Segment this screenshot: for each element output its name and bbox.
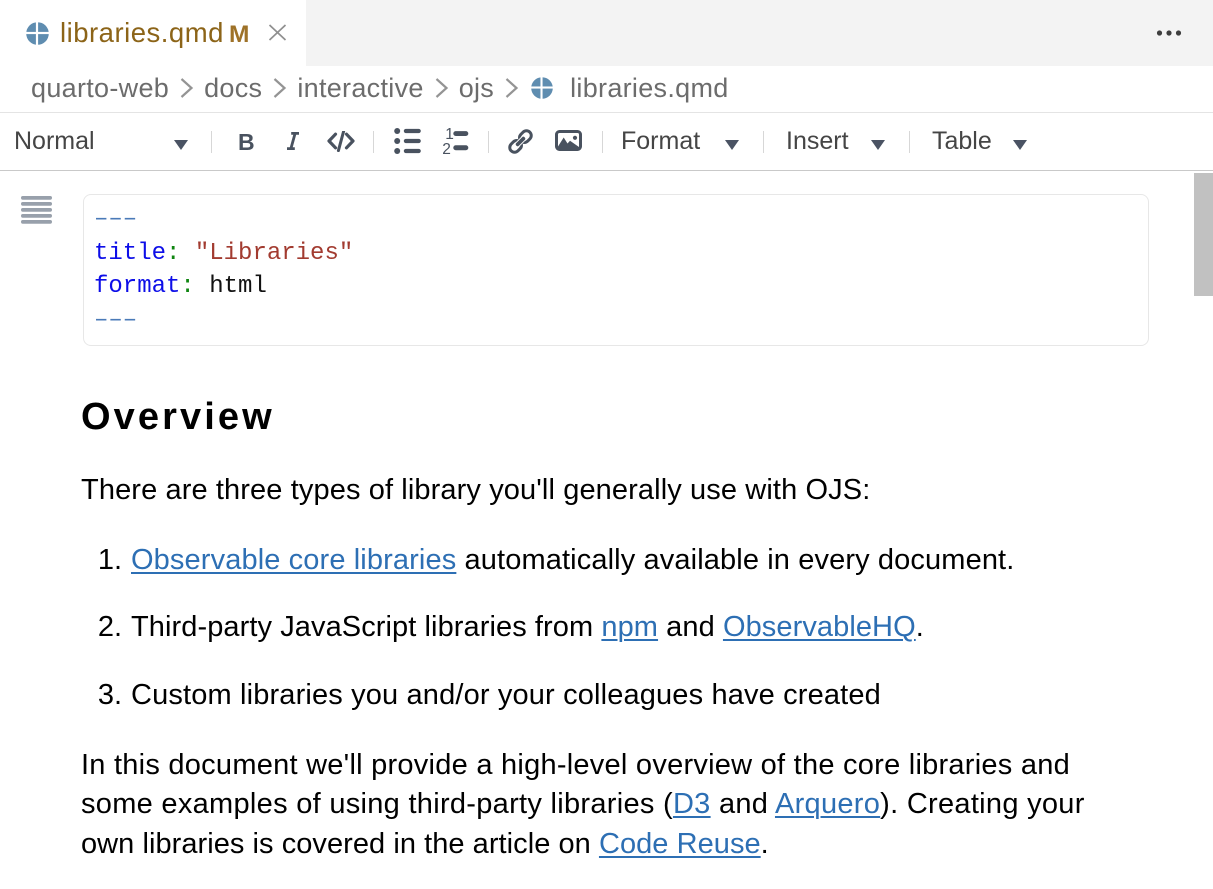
svg-text:2: 2 (442, 141, 451, 155)
